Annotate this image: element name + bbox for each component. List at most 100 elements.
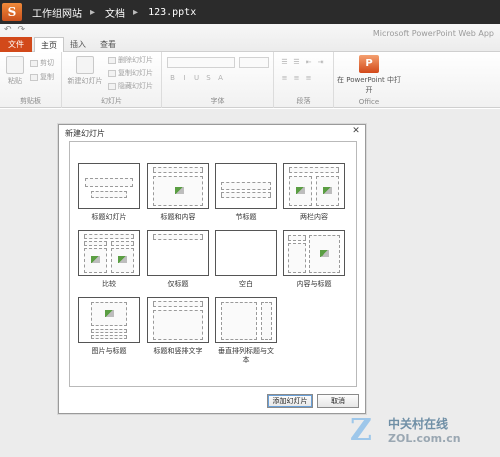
breadcrumb-file: 123.pptx	[148, 6, 197, 18]
layout-thumbnail	[78, 163, 140, 209]
delete-slide-button[interactable]: 删除幻灯片	[108, 55, 153, 65]
layout-label: 标题和内容	[160, 213, 196, 221]
app-name: Microsoft PowerPoint Web App	[372, 29, 494, 38]
increase-indent-icon[interactable]: ⇥	[316, 58, 325, 66]
duplicate-slide-button[interactable]: 复制幻灯片	[108, 68, 153, 78]
content-placeholder-icon	[320, 250, 329, 257]
layout-gallery: 标题幻灯片 标题和内容 节标题 两栏内容 比较 仅标题 空白 内容与标题 图片与…	[69, 141, 357, 387]
layout-thumbnail	[215, 297, 277, 343]
layout-thumbnail	[215, 163, 277, 209]
underline-icon[interactable]: U	[192, 74, 201, 82]
new-slide-icon	[76, 56, 94, 74]
paragraph-group: ☰ ☰ ⇤ ⇥ ≡ ≡ ≡ 段落	[274, 52, 334, 108]
delete-slide-label: 删除幻灯片	[118, 56, 153, 64]
layout-label: 标题和竖排文字	[153, 347, 203, 355]
copy-icon	[30, 73, 38, 81]
hide-slide-icon	[108, 82, 116, 90]
layout-thumbnail	[78, 230, 140, 276]
layout-picture-with-caption[interactable]: 图片与标题	[78, 297, 140, 356]
align-center-icon[interactable]: ≡	[292, 74, 301, 82]
watermark-cn: 中关村在线	[388, 417, 449, 431]
layout-section-header[interactable]: 节标题	[215, 163, 277, 222]
new-slide-label: 新建幻灯片	[67, 77, 103, 85]
align-right-icon[interactable]: ≡	[304, 74, 313, 82]
duplicate-slide-icon	[108, 69, 116, 77]
paste-button[interactable]: 粘贴	[4, 56, 26, 86]
layout-label: 仅标题	[167, 280, 189, 288]
close-icon[interactable]: ✕	[351, 126, 361, 136]
layout-title-only[interactable]: 仅标题	[147, 230, 209, 289]
new-slide-dialog: 新建幻灯片 ✕ 标题幻灯片 标题和内容 节标题 两栏内容 比较 仅标题 空白 内…	[58, 124, 366, 414]
open-in-powerpoint-label: 在 PowerPoint 中打开	[337, 76, 401, 94]
tab-home[interactable]: 主页	[34, 37, 64, 52]
zol-logo-icon: Z	[350, 413, 372, 448]
bullets-icon[interactable]: ☰	[280, 58, 289, 66]
cancel-button[interactable]: 取消	[317, 394, 359, 408]
content-placeholder-icon	[323, 187, 332, 194]
ribbon: 粘贴 剪切 复制 剪贴板 新建幻灯片 删除幻灯片 复制幻灯片 隐藏幻灯片 幻灯片…	[0, 52, 500, 108]
layout-title-slide[interactable]: 标题幻灯片	[78, 163, 140, 222]
content-placeholder-icon	[91, 256, 100, 263]
copy-button[interactable]: 复制	[30, 72, 54, 82]
layout-label: 标题幻灯片	[91, 213, 127, 221]
layout-content-with-caption[interactable]: 内容与标题	[283, 230, 345, 289]
bold-icon[interactable]: B	[168, 74, 177, 82]
content-placeholder-icon	[296, 187, 305, 194]
font-group: B I U S A 字体	[162, 52, 274, 108]
layout-comparison[interactable]: 比较	[78, 230, 140, 289]
numbering-icon[interactable]: ☰	[292, 58, 301, 66]
layout-label: 图片与标题	[91, 347, 127, 355]
hide-slide-button[interactable]: 隐藏幻灯片	[108, 81, 153, 91]
decrease-indent-icon[interactable]: ⇤	[304, 58, 313, 66]
clipboard-group-label: 剪贴板	[20, 97, 41, 105]
font-size-combo[interactable]	[239, 57, 269, 68]
font-color-icon[interactable]: A	[216, 74, 225, 82]
clipboard-group: 粘贴 剪切 复制 剪贴板	[0, 52, 62, 108]
font-name-combo[interactable]	[167, 57, 235, 68]
layout-two-content[interactable]: 两栏内容	[283, 163, 345, 222]
quick-access-toolbar: ↶ ↷	[4, 25, 25, 35]
dialog-title: 新建幻灯片	[65, 129, 105, 138]
office-group-label: Office	[358, 98, 380, 106]
content-placeholder-icon	[118, 256, 127, 263]
undo-icon[interactable]: ↶	[4, 25, 12, 35]
layout-thumbnail	[215, 230, 277, 276]
redo-icon[interactable]: ↷	[18, 25, 26, 35]
sharepoint-logo-icon[interactable]: S	[2, 3, 22, 21]
tab-view[interactable]: 查看	[94, 37, 122, 52]
office-group: P 在 PowerPoint 中打开 Office	[334, 52, 404, 108]
watermark-en: ZOL.com.cn	[388, 432, 461, 445]
tab-file[interactable]: 文件	[0, 37, 32, 52]
layout-vertical-title-and-text[interactable]: 垂直排列标题与文本	[215, 297, 277, 365]
cut-button[interactable]: 剪切	[30, 58, 54, 68]
strikethrough-icon[interactable]: S	[204, 74, 213, 82]
layout-thumbnail	[147, 230, 209, 276]
italic-icon[interactable]: I	[180, 74, 189, 82]
hide-slide-label: 隐藏幻灯片	[118, 82, 153, 90]
layout-thumbnail	[283, 230, 345, 276]
cut-icon	[30, 59, 38, 67]
breadcrumb-library[interactable]: 文档	[105, 5, 125, 20]
align-left-icon[interactable]: ≡	[280, 74, 289, 82]
layout-label: 节标题	[235, 213, 257, 221]
open-in-powerpoint-button[interactable]: P 在 PowerPoint 中打开	[337, 55, 401, 95]
breadcrumb-separator-icon: ▸	[90, 6, 96, 18]
new-slide-button[interactable]: 新建幻灯片	[65, 56, 105, 86]
layout-thumbnail	[283, 163, 345, 209]
paste-label: 粘贴	[8, 77, 22, 85]
layout-title-and-vertical-text[interactable]: 标题和竖排文字	[147, 297, 209, 356]
layout-title-and-content[interactable]: 标题和内容	[147, 163, 209, 222]
zol-watermark: Z 中关村在线 ZOL.com.cn	[346, 413, 496, 453]
add-slide-button[interactable]: 添加幻灯片	[267, 394, 313, 408]
layout-label: 比较	[102, 280, 116, 288]
font-group-label: 字体	[210, 97, 225, 105]
powerpoint-icon: P	[359, 55, 379, 73]
paragraph-group-label: 段落	[296, 97, 311, 105]
layout-label: 空白	[239, 280, 253, 288]
list-format-row: ☰ ☰ ⇤ ⇥	[280, 58, 325, 66]
tab-insert[interactable]: 插入	[64, 37, 92, 52]
delete-slide-icon	[108, 56, 116, 64]
breadcrumb-site[interactable]: 工作组网站	[32, 5, 82, 20]
font-format-row: B I U S A	[168, 74, 225, 82]
layout-blank[interactable]: 空白	[215, 230, 277, 289]
